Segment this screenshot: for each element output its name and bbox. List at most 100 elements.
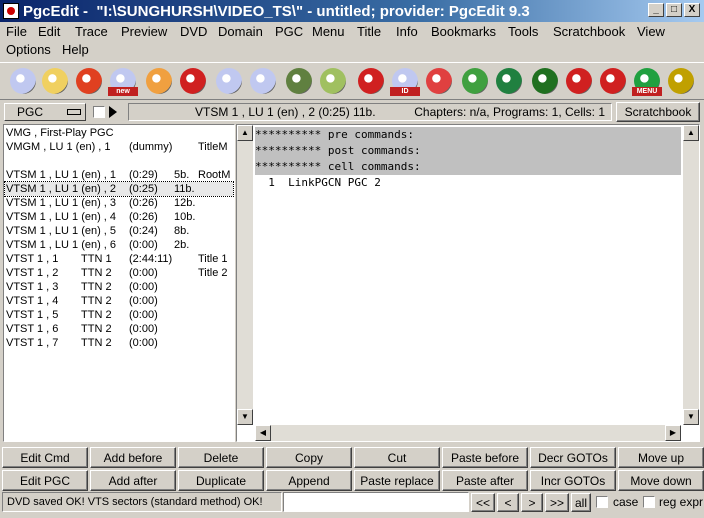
pgc-list-row[interactable]: VTST 1 , 5 TTN 2 (0:00) [5,308,233,322]
pgc-list-row[interactable]: VTSM 1 , LU 1 (en) , 3 (0:26) 12b. [5,196,233,210]
pgc-list[interactable]: VMG , First-Play PGC VMGM , LU 1 (en) , 1… [3,124,235,442]
pgc-list-row[interactable]: VTSM 1 , LU 1 (en) , 2 (0:25) 11b. [4,181,234,197]
delete-button[interactable]: Delete [178,447,264,468]
globe-icon[interactable] [460,66,490,96]
sync-checkbox[interactable] [93,106,105,118]
pgc-list-row[interactable]: VTST 1 , 4 TTN 2 (0:00) [5,294,233,308]
menu-dvd[interactable]: DVD [180,24,207,39]
incr-gotos-button[interactable]: Incr GOTOs [530,470,616,491]
maximize-button[interactable]: □ [666,3,682,17]
chain-icon[interactable] [666,66,696,96]
pgc-list-row[interactable]: VTST 1 , 7 TTN 2 (0:00) [5,336,233,350]
player-icon[interactable] [494,66,524,96]
id-disc-icon[interactable]: ID [390,66,420,96]
film-reel-icon[interactable] [530,66,560,96]
copy-button[interactable]: Copy [266,447,352,468]
menu-view[interactable]: View [637,24,665,39]
pgc-cell-d: 2b. [174,239,190,251]
cursor-discs-icon[interactable] [248,66,278,96]
menu-bookmarks[interactable]: Bookmarks [431,24,496,39]
cut-button[interactable]: Cut [354,447,440,468]
add-after-button[interactable]: Add after [90,470,176,491]
menu-file[interactable]: File [6,24,27,39]
edit-pgc-button[interactable]: Edit PGC [2,470,88,491]
menu-title[interactable]: Title [357,24,381,39]
menu-menu[interactable]: Menu [312,24,345,39]
pgc-list-row[interactable]: VTST 1 , 6 TTN 2 (0:00) [5,322,233,336]
dvd-open-icon[interactable] [8,66,38,96]
play-icon[interactable] [109,106,117,118]
menu-tools[interactable]: Tools [508,24,538,39]
horizontal-scrollbar[interactable]: ◀ ▶ [255,425,681,441]
pgc-cell-c: (0:26) [129,211,158,223]
move-down-button[interactable]: Move down [618,470,704,491]
find-last-button[interactable]: >> [545,493,569,512]
pgc-list-row[interactable]: VTSM 1 , LU 1 (en) , 1 (0:29) 5b. RootM [5,168,233,182]
pen-icon[interactable] [284,66,314,96]
decr-gotos-button[interactable]: Decr GOTOs [530,447,616,468]
left-scrollbar[interactable]: ▲ ▼ [237,125,253,425]
paste-before-button[interactable]: Paste before [442,447,528,468]
paste-after-button[interactable]: Paste after [442,470,528,491]
rocket-icon[interactable] [144,66,174,96]
add-before-button[interactable]: Add before [90,447,176,468]
edit-cmd-button[interactable]: Edit Cmd [2,447,88,468]
domain-select[interactable]: PGC [4,103,86,121]
pgc-list-row[interactable]: VTSM 1 , LU 1 (en) , 4 (0:26) 10b. [5,210,233,224]
folder-open-icon[interactable] [40,66,70,96]
trace-discs-icon[interactable] [214,66,244,96]
menu-pgc[interactable]: PGC [275,24,303,39]
paste-replace-button[interactable]: Paste replace [354,470,440,491]
menu-help[interactable]: Help [62,42,89,57]
menu-trace[interactable]: Trace [75,24,108,39]
menu-options[interactable]: Options [6,42,51,57]
search-icon[interactable] [178,66,208,96]
find-input[interactable] [283,492,469,512]
pgc-list-row[interactable]: VMGM , LU 1 (en) , 1 (dummy) TitleM [5,140,233,154]
command-editor[interactable]: ********** pre commands: ********** post… [236,124,700,442]
move-up-button[interactable]: Move up [618,447,704,468]
pgc-list-row[interactable]: VTSM 1 , LU 1 (en) , 6 (0:00) 2b. [5,238,233,252]
scratchbook-button[interactable]: Scratchbook [616,102,700,122]
scroll-right-icon[interactable]: ▶ [665,425,681,441]
pgc-list-row[interactable]: VTST 1 , 1 TTN 1 (2:44:11) Title 1 [5,252,233,266]
case-checkbox[interactable] [596,496,608,508]
reload-icon[interactable] [74,66,104,96]
list-check-icon[interactable] [564,66,594,96]
scroll-up-icon[interactable]: ▲ [683,125,699,141]
check-disc-icon[interactable] [356,66,386,96]
pgc-cell-c: (0:00) [129,295,158,307]
menu-domain[interactable]: Domain [218,24,263,39]
find-all-button[interactable]: all [571,493,591,512]
scroll-down-icon[interactable]: ▼ [683,409,699,425]
append-button[interactable]: Append [266,470,352,491]
pgc-list-row[interactable]: VMG , First-Play PGC [5,126,233,140]
regexpr-checkbox[interactable] [643,496,655,508]
menu-icon[interactable]: MENU [632,66,662,96]
new-dvd-icon[interactable]: new [108,66,138,96]
duplicate-button[interactable]: Duplicate [178,470,264,491]
pgc-list-row[interactable] [5,154,233,168]
menu-scratchbook[interactable]: Scratchbook [553,24,625,39]
scroll-left-icon[interactable]: ◀ [255,425,271,441]
menu-preview[interactable]: Preview [121,24,167,39]
menu-info[interactable]: Info [396,24,418,39]
menu-edit[interactable]: Edit [38,24,60,39]
pgc-list-row[interactable]: VTST 1 , 3 TTN 2 (0:00) [5,280,233,294]
scroll-up-icon[interactable]: ▲ [237,125,253,141]
pgc-list-row[interactable]: VTST 1 , 2 TTN 2 (0:00) Title 2 [5,266,233,280]
right-scrollbar[interactable]: ▲ ▼ [683,125,699,425]
pgc-cell-b: TTN 2 [81,267,112,279]
pgc-cell-b: TTN 2 [81,323,112,335]
find-next-button[interactable]: > [521,493,543,512]
pgc-list-row[interactable]: VTSM 1 , LU 1 (en) , 5 (0:24) 8b. [5,224,233,238]
minimize-button[interactable]: _ [648,3,664,17]
edit-doc-icon[interactable] [318,66,348,96]
find-prev-button[interactable]: < [497,493,519,512]
close-button[interactable]: X [684,3,700,17]
cross-list-icon[interactable] [598,66,628,96]
doc-icon[interactable] [424,66,454,96]
find-first-button[interactable]: << [471,493,495,512]
scroll-down-icon[interactable]: ▼ [237,409,253,425]
command-line[interactable]: 1 LinkPGCN PGC 2 [255,175,681,191]
